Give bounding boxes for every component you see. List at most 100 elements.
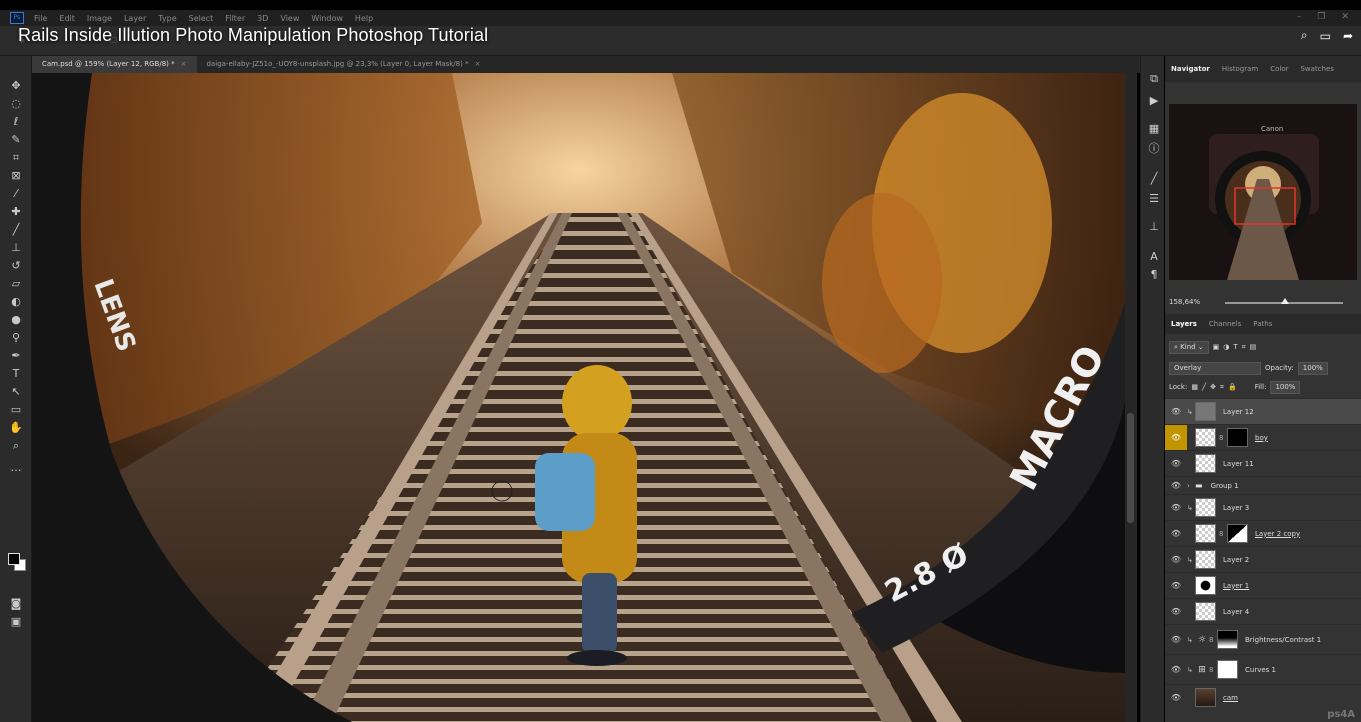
move-tool-icon[interactable]: ✥ <box>8 78 24 94</box>
eye-icon[interactable]: 👁 <box>1165 503 1187 512</box>
tab-color[interactable]: Color <box>1264 65 1294 73</box>
layer-row[interactable]: 👁 ↳ Layer 2 <box>1165 546 1361 572</box>
layer-name[interactable]: Layer 12 <box>1223 408 1254 416</box>
layer-mask-thumbnail[interactable] <box>1217 660 1238 679</box>
layer-row[interactable]: 👁 cam <box>1165 684 1361 710</box>
layer-name[interactable]: Layer 2 copy <box>1255 530 1300 538</box>
eye-icon[interactable]: 👁 <box>1165 635 1187 644</box>
lasso-tool-icon[interactable]: ℓ <box>8 114 24 130</box>
adjustments-icon[interactable]: ☰ <box>1147 192 1161 206</box>
history-icon[interactable]: ⧉ <box>1147 72 1161 86</box>
foreground-color-swatch[interactable] <box>8 553 20 565</box>
frame-tool-icon[interactable]: ⊠ <box>8 168 24 184</box>
layer-row[interactable]: 👁 8 Layer 2 copy <box>1165 520 1361 546</box>
brushes-icon[interactable]: ╱ <box>1147 172 1161 186</box>
character-icon[interactable]: A <box>1147 250 1161 264</box>
filter-pixel-icon[interactable]: ▣ <box>1213 343 1220 351</box>
layer-name[interactable]: boy <box>1255 434 1268 442</box>
layer-name[interactable]: Layer 11 <box>1223 460 1254 468</box>
layer-row[interactable]: 👁 Layer 4 <box>1165 598 1361 624</box>
tab-layers[interactable]: Layers <box>1165 320 1203 328</box>
tab-histogram[interactable]: Histogram <box>1216 65 1264 73</box>
maximize-icon[interactable]: ❐ <box>1317 12 1325 22</box>
menu-layer[interactable]: Layer <box>124 14 146 23</box>
eye-icon[interactable]: 👁 <box>1165 529 1187 538</box>
history-brush-tool-icon[interactable]: ↺ <box>8 258 24 274</box>
tab-paths[interactable]: Paths <box>1247 320 1278 328</box>
close-tab-icon[interactable]: × <box>475 60 481 68</box>
zoom-tool-icon[interactable]: ⌕ <box>8 438 24 454</box>
eye-icon[interactable]: 👁 <box>1165 459 1187 468</box>
share-icon[interactable]: ➦ <box>1343 29 1353 43</box>
eye-icon[interactable]: 👁 <box>1165 665 1187 674</box>
lock-artboard-icon[interactable]: ⌗ <box>1220 383 1224 392</box>
adjustment-layer-row[interactable]: 👁 ↳ ☼ 8 Brightness/Contrast 1 <box>1165 624 1361 654</box>
scroll-thumb[interactable] <box>1127 413 1134 523</box>
tab-navigator[interactable]: Navigator <box>1165 65 1216 73</box>
filter-smart-object-icon[interactable]: ▤ <box>1250 343 1257 351</box>
layer-name[interactable]: Brightness/Contrast 1 <box>1245 636 1321 644</box>
chevron-right-icon[interactable]: › <box>1187 482 1195 490</box>
document-canvas[interactable]: LENS MACRO 2.8 Ø <box>32 73 1125 722</box>
kind-filter-dropdown[interactable]: ⌕ Kind ⌄ <box>1169 340 1209 354</box>
menu-image[interactable]: Image <box>87 14 112 23</box>
marquee-tool-icon[interactable]: ◌ <box>8 96 24 112</box>
menu-window[interactable]: Window <box>311 14 343 23</box>
filter-shape-icon[interactable]: ⌗ <box>1242 343 1246 352</box>
hand-tool-icon[interactable]: ✋ <box>8 420 24 436</box>
layer-row[interactable]: 👁 ↳ Layer 12 <box>1165 398 1361 424</box>
actions-play-icon[interactable]: ▶ <box>1147 94 1161 108</box>
lock-paint-icon[interactable]: ╱ <box>1202 383 1206 391</box>
layer-name[interactable]: Layer 1 <box>1223 582 1249 590</box>
menu-view[interactable]: View <box>280 14 299 23</box>
menu-filter[interactable]: Filter <box>225 14 245 23</box>
search-icon[interactable]: ⌕ <box>1301 28 1308 43</box>
screen-mode-icon[interactable]: ▣ <box>8 614 24 630</box>
menu-file[interactable]: File <box>34 14 47 23</box>
filter-adjustment-icon[interactable]: ◑ <box>1223 343 1229 351</box>
brush-tool-icon[interactable]: ╱ <box>8 222 24 238</box>
menu-help[interactable]: Help <box>355 14 373 23</box>
layer-name[interactable]: Layer 2 <box>1223 556 1249 564</box>
playlist-icon[interactable]: ▭ <box>1320 29 1331 43</box>
layer-mask-thumbnail[interactable] <box>1227 428 1248 447</box>
opacity-input[interactable]: 100% <box>1297 361 1328 375</box>
layer-group-row[interactable]: 👁 › ▬ Group 1 <box>1165 476 1361 494</box>
crop-tool-icon[interactable]: ⌗ <box>8 150 24 166</box>
menu-type[interactable]: Type <box>158 14 176 23</box>
navigator-preview[interactable]: Canon <box>1169 104 1357 280</box>
path-select-tool-icon[interactable]: ↖ <box>8 384 24 400</box>
rectangle-tool-icon[interactable]: ▭ <box>8 402 24 418</box>
layer-name[interactable]: Layer 4 <box>1223 608 1249 616</box>
layer-name[interactable]: cam <box>1223 694 1238 702</box>
eye-icon[interactable]: 👁 <box>1165 581 1187 590</box>
eye-icon[interactable]: 👁 <box>1165 607 1187 616</box>
healing-brush-tool-icon[interactable]: ✚ <box>8 204 24 220</box>
eye-icon[interactable]: 👁 <box>1165 407 1187 416</box>
layer-row[interactable]: 👁 Layer 1 <box>1165 572 1361 598</box>
lock-all-icon[interactable]: 🔒 <box>1228 383 1237 391</box>
menu-select[interactable]: Select <box>189 14 214 23</box>
navigator-zoom-value[interactable]: 158,64% <box>1169 298 1200 306</box>
pen-tool-icon[interactable]: ✒ <box>8 348 24 364</box>
blend-mode-dropdown[interactable]: Overlay <box>1169 361 1261 375</box>
paragraph-icon[interactable]: ¶ <box>1147 268 1161 282</box>
layer-mask-thumbnail[interactable] <box>1217 630 1238 649</box>
eye-icon[interactable]: 👁 <box>1165 481 1187 490</box>
layer-name[interactable]: Group 1 <box>1211 482 1239 490</box>
lock-transparent-icon[interactable]: ▦ <box>1191 383 1198 391</box>
layer-row[interactable]: 👁 8 boy <box>1165 424 1361 450</box>
type-tool-icon[interactable]: T <box>8 366 24 382</box>
eyedropper-tool-icon[interactable]: ⁄ <box>8 186 24 202</box>
close-tab-icon[interactable]: × <box>181 60 187 68</box>
tab-swatches[interactable]: Swatches <box>1294 65 1339 73</box>
eye-icon[interactable]: 👁 <box>1165 555 1187 564</box>
menu-3d[interactable]: 3D <box>257 14 268 23</box>
dodge-tool-icon[interactable]: ⚲ <box>8 330 24 346</box>
lock-position-icon[interactable]: ✥ <box>1210 383 1216 391</box>
clone-stamp-tool-icon[interactable]: ⊥ <box>8 240 24 256</box>
close-icon[interactable]: ✕ <box>1341 12 1349 22</box>
layer-name[interactable]: Curves 1 <box>1245 666 1276 674</box>
zoom-slider-knob[interactable] <box>1281 298 1289 304</box>
info-icon[interactable]: ⓘ <box>1147 142 1161 156</box>
